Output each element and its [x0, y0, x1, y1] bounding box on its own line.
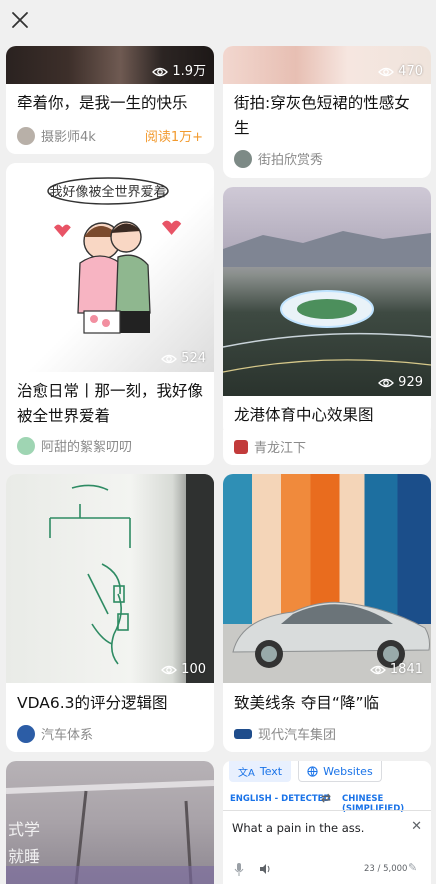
avatar: [17, 436, 35, 455]
car-image: [223, 601, 431, 683]
language-row: ENGLISH - DETECTED ⇄ CHINESE (SIMPLIFIED…: [223, 789, 431, 814]
stadium-render: [223, 231, 431, 373]
avatar: [234, 439, 248, 454]
eye-icon: [161, 354, 178, 363]
view-count: 470: [378, 65, 423, 78]
clear-icon[interactable]: ✕: [411, 819, 422, 834]
translate-panel: 文A Text Websites ENGLISH - DETECTED ⇄ CH…: [223, 761, 431, 884]
top-bar: [0, 0, 436, 42]
close-icon[interactable]: [10, 10, 30, 30]
swap-languages-icon[interactable]: ⇄: [321, 791, 331, 805]
svg-text:我好像被全世界爱着: 我好像被全世界爱着: [49, 184, 166, 200]
target-language[interactable]: CHINESE (SIMPLIFIED): [342, 794, 431, 814]
eye-icon: [161, 665, 178, 674]
card-author: 青龙江下: [234, 437, 306, 456]
avatar: [17, 126, 35, 145]
avatar: [234, 728, 252, 739]
card-image: 我好像被全世界爱着: [6, 163, 214, 372]
edit-icon[interactable]: ✎: [408, 861, 417, 874]
eye-icon: [369, 665, 386, 674]
speaker-icon[interactable]: [259, 863, 271, 875]
avatar: [234, 149, 252, 168]
eye-icon: [378, 378, 395, 387]
tab-text[interactable]: 文A Text: [229, 761, 292, 782]
view-count: 100: [161, 663, 206, 676]
source-language[interactable]: ENGLISH - DETECTED: [230, 794, 331, 804]
overlay-text: 式学: [8, 820, 41, 839]
feed-card[interactable]: 1841 致美线条 夺目“降”临 现代汽车集团: [223, 474, 431, 752]
view-count: 524: [161, 352, 206, 365]
read-count: 阅读1万+: [144, 130, 203, 145]
card-image: [223, 187, 431, 396]
whiteboard-drawing: [49, 474, 214, 683]
card-title: 龙港体育中心效果图: [234, 406, 374, 424]
avatar: [17, 724, 35, 743]
hug-illustration: 我好像被全世界爱着: [47, 177, 182, 334]
card-author: 汽车体系: [17, 724, 93, 743]
card-title: 街拍:穿灰色短裙的性感女生: [234, 94, 410, 137]
tab-websites[interactable]: Websites: [298, 761, 382, 782]
view-count: 1.9万: [152, 65, 206, 78]
view-count: 1841: [369, 663, 423, 676]
globe-icon: [307, 765, 318, 777]
card-title: 治愈日常丨那一刻，我好像被全世界爱着: [17, 382, 204, 425]
card-author: 阿甜的絮絮叨叨: [17, 436, 132, 455]
translate-tabs: 文A Text Websites: [229, 761, 382, 783]
translate-icon: 文A: [238, 767, 255, 779]
card-author: 摄影师4k: [17, 126, 96, 145]
card-author: 现代汽车集团: [234, 724, 336, 743]
view-count: 929: [378, 376, 423, 389]
translate-toolbar: 23 / 5,000 ✎: [223, 861, 431, 881]
card-image: [223, 474, 431, 683]
overlay-text: 就睡: [8, 847, 41, 866]
card-author: 街拍欣赏秀: [234, 149, 323, 168]
feed-card[interactable]: 式学 就睡: [6, 761, 214, 884]
eye-icon: [378, 67, 395, 76]
character-count: 23 / 5,000: [364, 864, 408, 874]
card-title: 致美线条 夺目“降”临: [234, 694, 379, 712]
feed-card[interactable]: 100 VDA6.3的评分逻辑图 汽车体系: [6, 474, 214, 752]
feed-card[interactable]: 470 街拍:穿灰色短裙的性感女生 街拍欣赏秀: [223, 46, 431, 178]
feed-card[interactable]: 1.9万 牵着你，是我一生的快乐 摄影师4k 阅读1万+: [6, 46, 214, 154]
source-text-input[interactable]: What a pain in the ass.: [232, 821, 364, 835]
divider: [223, 810, 431, 811]
microphone-icon[interactable]: [234, 863, 244, 876]
card-image: [6, 474, 214, 683]
eye-icon: [152, 67, 169, 76]
card-title: VDA6.3的评分逻辑图: [17, 694, 168, 712]
feed-card[interactable]: 我好像被全世界爱着 524 治愈日常丨那一刻，我好像被全世界爱着 阿甜的絮絮叨叨: [6, 163, 214, 465]
card-title: 牵着你，是我一生的快乐: [17, 94, 188, 112]
feed-card[interactable]: 929 龙港体育中心效果图: [223, 187, 431, 437]
